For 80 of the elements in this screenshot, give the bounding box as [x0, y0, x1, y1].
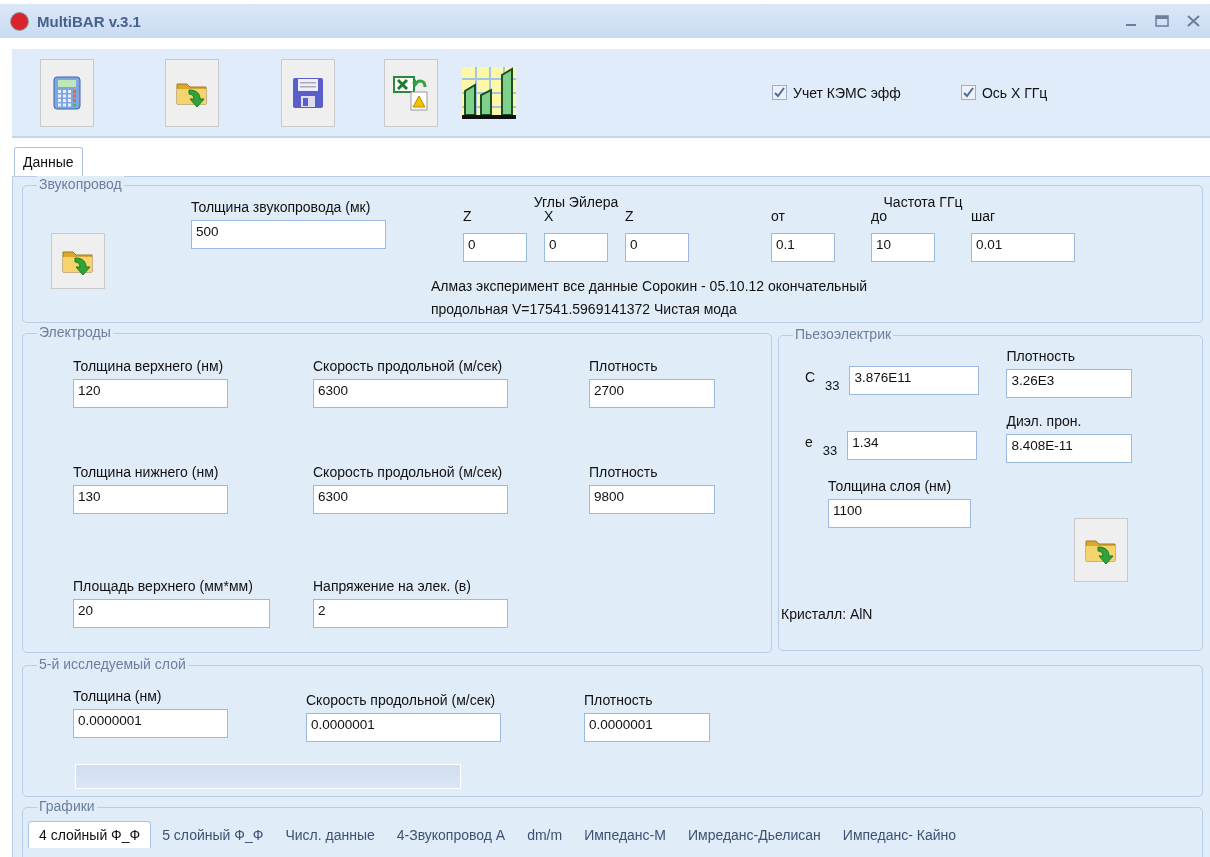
- tab[interactable]: 5 слойный Ф_Ф: [151, 821, 275, 848]
- input-field[interactable]: 3.876E11: [849, 366, 980, 395]
- input-field[interactable]: 2: [313, 599, 508, 628]
- info-text: продольная V=17541.5969141372 Чистая мода: [431, 300, 737, 319]
- input-field[interactable]: 0.1: [771, 233, 835, 262]
- crystal-label: Кристалл: AlN: [781, 606, 873, 622]
- field-label: от: [771, 208, 785, 224]
- input-field[interactable]: 6300: [313, 379, 508, 408]
- input-field[interactable]: 2700: [589, 379, 715, 408]
- tab[interactable]: Имреданс-Дьелисан: [676, 821, 832, 848]
- tab[interactable]: Импеданс-М: [573, 821, 677, 848]
- field-label: шаг: [971, 208, 996, 224]
- group-title: Пьезоэлектрик: [793, 326, 894, 342]
- close-icon[interactable]: [1187, 15, 1200, 27]
- app-logo-icon: [10, 11, 29, 31]
- tab[interactable]: Данные: [14, 147, 83, 176]
- group-title: Звукопровод: [37, 176, 124, 192]
- input-field[interactable]: 0: [463, 233, 527, 262]
- field-label: Толщина верхнего (нм): [73, 358, 224, 374]
- field-label: до: [871, 208, 887, 224]
- tab[interactable]: 4 слойный Ф_Ф: [28, 821, 152, 848]
- group-title: Графики: [37, 798, 97, 814]
- checkbox[interactable]: [960, 85, 976, 100]
- input-field[interactable]: 120: [73, 379, 228, 408]
- input-field[interactable]: 8.408E-11: [1006, 434, 1133, 463]
- input-field[interactable]: 1.34: [847, 431, 978, 460]
- input-field[interactable]: 500: [191, 220, 386, 249]
- checkbox-option[interactable]: Ось X ГГц: [960, 84, 1048, 101]
- input-field[interactable]: 20: [73, 599, 270, 628]
- info-text: Алмаз эксперимент все данные Сорокин - 05.10.12 окончательный: [431, 277, 867, 296]
- export-button[interactable]: [384, 58, 438, 127]
- input-field[interactable]: 0: [544, 233, 608, 262]
- input-field[interactable]: 0: [625, 233, 689, 262]
- window-title: MultiBAR v.3.1: [37, 12, 141, 30]
- calculator-icon: [53, 75, 81, 110]
- tab[interactable]: 4-Звукопровод А: [385, 821, 517, 848]
- field-label: Толщина звукопровода (мк): [191, 199, 371, 215]
- input-field[interactable]: 9800: [589, 485, 715, 514]
- maximize-icon[interactable]: [1155, 15, 1169, 27]
- field-label: Скорость продольной (м/сек): [306, 692, 496, 708]
- input-field[interactable]: 0.0000001: [584, 713, 710, 742]
- open-button[interactable]: [1074, 518, 1129, 582]
- field-label: Напряжение на элек. (в): [313, 578, 471, 594]
- field-label: Толщина нижнего (нм): [73, 464, 219, 480]
- field-label: X: [544, 208, 554, 224]
- open-button[interactable]: [51, 233, 105, 289]
- field-label: Толщина слоя (нм): [828, 478, 952, 494]
- field-label: Плотность: [1006, 348, 1075, 364]
- input-field[interactable]: 6300: [313, 485, 508, 514]
- field-label: Плотность: [584, 692, 653, 708]
- open-button[interactable]: [165, 58, 219, 127]
- field-label: Скорость продольной (м/сек): [313, 464, 503, 480]
- input-field[interactable]: 1100: [828, 499, 971, 528]
- field-label: Плотность: [589, 358, 658, 374]
- field-label: Скорость продольной (м/сек): [313, 358, 503, 374]
- field-label: Z: [463, 208, 472, 224]
- field-label: Z: [625, 208, 634, 224]
- field-label: Плотность: [589, 464, 658, 480]
- input-field[interactable]: 130: [73, 485, 228, 514]
- tab[interactable]: Импеданс- Кайно: [831, 821, 968, 848]
- field-label: Площадь верхнего (мм*мм): [73, 578, 253, 594]
- checkbox[interactable]: [772, 85, 787, 100]
- tab[interactable]: Числ. данные: [274, 821, 386, 848]
- bar-chart-icon[interactable]: [462, 66, 516, 119]
- input-field[interactable]: 3.26E3: [1006, 369, 1133, 398]
- section-caption: Частота ГГц: [883, 194, 963, 210]
- group-title: Электроды: [37, 324, 113, 340]
- field-label: Диэл. прон.: [1006, 413, 1082, 429]
- section-caption: Углы Эйлера: [533, 194, 619, 210]
- field-label: Толщина (нм): [73, 688, 162, 704]
- spreadsheet-export-icon: [393, 74, 429, 111]
- input-field[interactable]: 0.0000001: [306, 713, 501, 742]
- checkbox-option[interactable]: Учет КЭМС эфф: [772, 84, 901, 101]
- input-field[interactable]: 0.0000001: [73, 709, 228, 738]
- input-field[interactable]: 10: [871, 233, 935, 262]
- save-button[interactable]: [281, 58, 335, 127]
- tab[interactable]: dm/m: [516, 821, 574, 848]
- calculator-button[interactable]: [40, 58, 94, 127]
- input-field[interactable]: 0.01: [971, 233, 1075, 262]
- group-title: 5-й исследуемый слой: [37, 656, 188, 672]
